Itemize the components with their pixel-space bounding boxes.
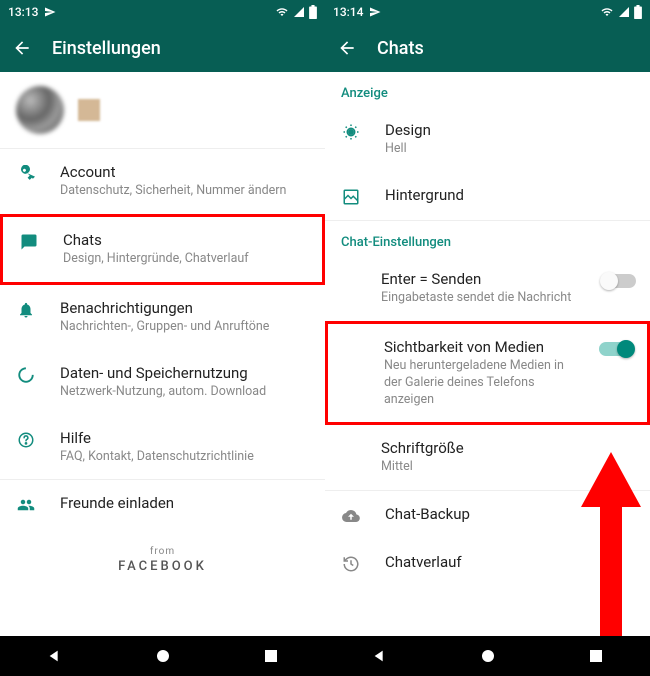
battery-icon — [309, 5, 317, 19]
cloud-icon — [341, 507, 361, 525]
nav-back-icon[interactable] — [372, 648, 388, 664]
item-sub: Nachrichten-, Gruppen- und Anruftöne — [60, 319, 309, 336]
item-title: Account — [60, 163, 309, 181]
send-icon — [369, 6, 381, 18]
page-title: Chats — [377, 38, 424, 59]
item-title: Hintergrund — [385, 186, 634, 204]
item-title: Chatverlauf — [385, 553, 634, 571]
toggle-enter-send[interactable] — [602, 274, 636, 288]
item-title: Chat-Backup — [385, 505, 634, 523]
chats-item-enter-send[interactable]: Enter = Senden Eingabetaste sendet die N… — [325, 256, 650, 321]
back-icon[interactable] — [337, 38, 357, 58]
settings-item-chats[interactable]: Chats Design, Hintergründe, Chatverlauf — [0, 214, 325, 285]
item-title: Sichtbarkeit von Medien — [384, 338, 575, 356]
battery-icon — [634, 5, 642, 19]
signal-icon — [293, 6, 305, 18]
item-title: Schriftgröße — [381, 439, 634, 457]
item-sub: Netzwerk-Nutzung, autom. Download — [60, 384, 309, 401]
item-title: Daten- und Speichernutzung — [60, 364, 309, 382]
item-title: Chats — [63, 231, 306, 249]
chats-item-history[interactable]: Chatverlauf — [325, 539, 650, 587]
settings-item-notifications[interactable]: Benachrichtigungen Nachrichten-, Gruppen… — [0, 285, 325, 350]
nav-home-icon[interactable] — [481, 649, 495, 663]
item-sub: Mittel — [381, 459, 634, 476]
wallpaper-icon — [341, 188, 361, 206]
settings-item-help[interactable]: Hilfe FAQ, Kontakt, Datenschutzrichtlini… — [0, 415, 325, 480]
item-title: Design — [385, 121, 634, 139]
settings-item-invite[interactable]: Freunde einladen — [0, 480, 325, 528]
bell-icon — [16, 301, 36, 319]
wifi-icon — [275, 6, 289, 18]
avatar — [16, 86, 64, 134]
item-sub: Neu heruntergeladene Medien in der Galer… — [384, 358, 575, 409]
nav-back-icon[interactable] — [47, 648, 63, 664]
item-title: Enter = Senden — [381, 270, 578, 288]
nav-recent-icon[interactable] — [589, 649, 603, 663]
settings-item-account[interactable]: Account Datenschutz, Sicherheit, Nummer … — [0, 149, 325, 214]
footer-from: from — [0, 546, 325, 557]
nav-bar — [325, 636, 650, 676]
nav-recent-icon[interactable] — [264, 649, 278, 663]
item-sub: Eingabetaste sendet die Nachricht — [381, 290, 578, 307]
item-title: Benachrichtigungen — [60, 299, 309, 317]
item-title: Freunde einladen — [60, 494, 309, 512]
chats-item-design[interactable]: Design Hell — [325, 107, 650, 172]
app-bar: Einstellungen — [0, 24, 325, 72]
history-icon — [341, 555, 361, 573]
footer-brand: FACEBOOK — [0, 559, 325, 574]
key-icon — [16, 165, 36, 183]
section-display: Anzeige — [325, 72, 650, 107]
section-chat-settings: Chat-Einstellungen — [325, 221, 650, 256]
settings-screen: 13:13 Einstellungen Account — [0, 0, 325, 676]
nav-home-icon[interactable] — [156, 649, 170, 663]
wifi-icon — [600, 6, 614, 18]
theme-icon — [341, 123, 361, 141]
chats-content: Anzeige Design Hell Hintergrund Chat-Ein… — [325, 72, 650, 636]
signal-icon — [618, 6, 630, 18]
chat-icon — [19, 233, 39, 251]
nav-bar — [0, 636, 325, 676]
item-sub: Design, Hintergründe, Chatverlauf — [63, 251, 306, 268]
item-sub: Hell — [385, 141, 634, 158]
chats-item-wallpaper[interactable]: Hintergrund — [325, 172, 650, 220]
status-time: 13:13 — [8, 5, 38, 19]
settings-content: Account Datenschutz, Sicherheit, Nummer … — [0, 72, 325, 636]
people-icon — [16, 496, 36, 514]
back-icon[interactable] — [12, 38, 32, 58]
help-icon — [16, 431, 36, 449]
item-sub: Datenschutz, Sicherheit, Nummer ändern — [60, 183, 309, 200]
page-title: Einstellungen — [52, 38, 161, 59]
send-icon — [44, 6, 56, 18]
profile-row[interactable] — [0, 72, 325, 148]
chats-item-media-visibility[interactable]: Sichtbarkeit von Medien Neu heruntergela… — [325, 321, 650, 426]
data-usage-icon — [16, 366, 36, 384]
status-bar: 13:14 — [325, 0, 650, 24]
profile-blur — [78, 99, 100, 121]
chats-settings-screen: 13:14 Chats Anzeige Design Hell — [325, 0, 650, 676]
status-time: 13:14 — [333, 5, 363, 19]
app-bar: Chats — [325, 24, 650, 72]
status-bar: 13:13 — [0, 0, 325, 24]
settings-item-data[interactable]: Daten- und Speichernutzung Netzwerk-Nutz… — [0, 350, 325, 415]
toggle-media-visibility[interactable] — [599, 342, 633, 356]
chats-item-font-size[interactable]: Schriftgröße Mittel — [325, 425, 650, 490]
item-title: Hilfe — [60, 429, 309, 447]
item-sub: FAQ, Kontakt, Datenschutzrichtlinie — [60, 449, 309, 466]
chats-item-backup[interactable]: Chat-Backup — [325, 491, 650, 539]
